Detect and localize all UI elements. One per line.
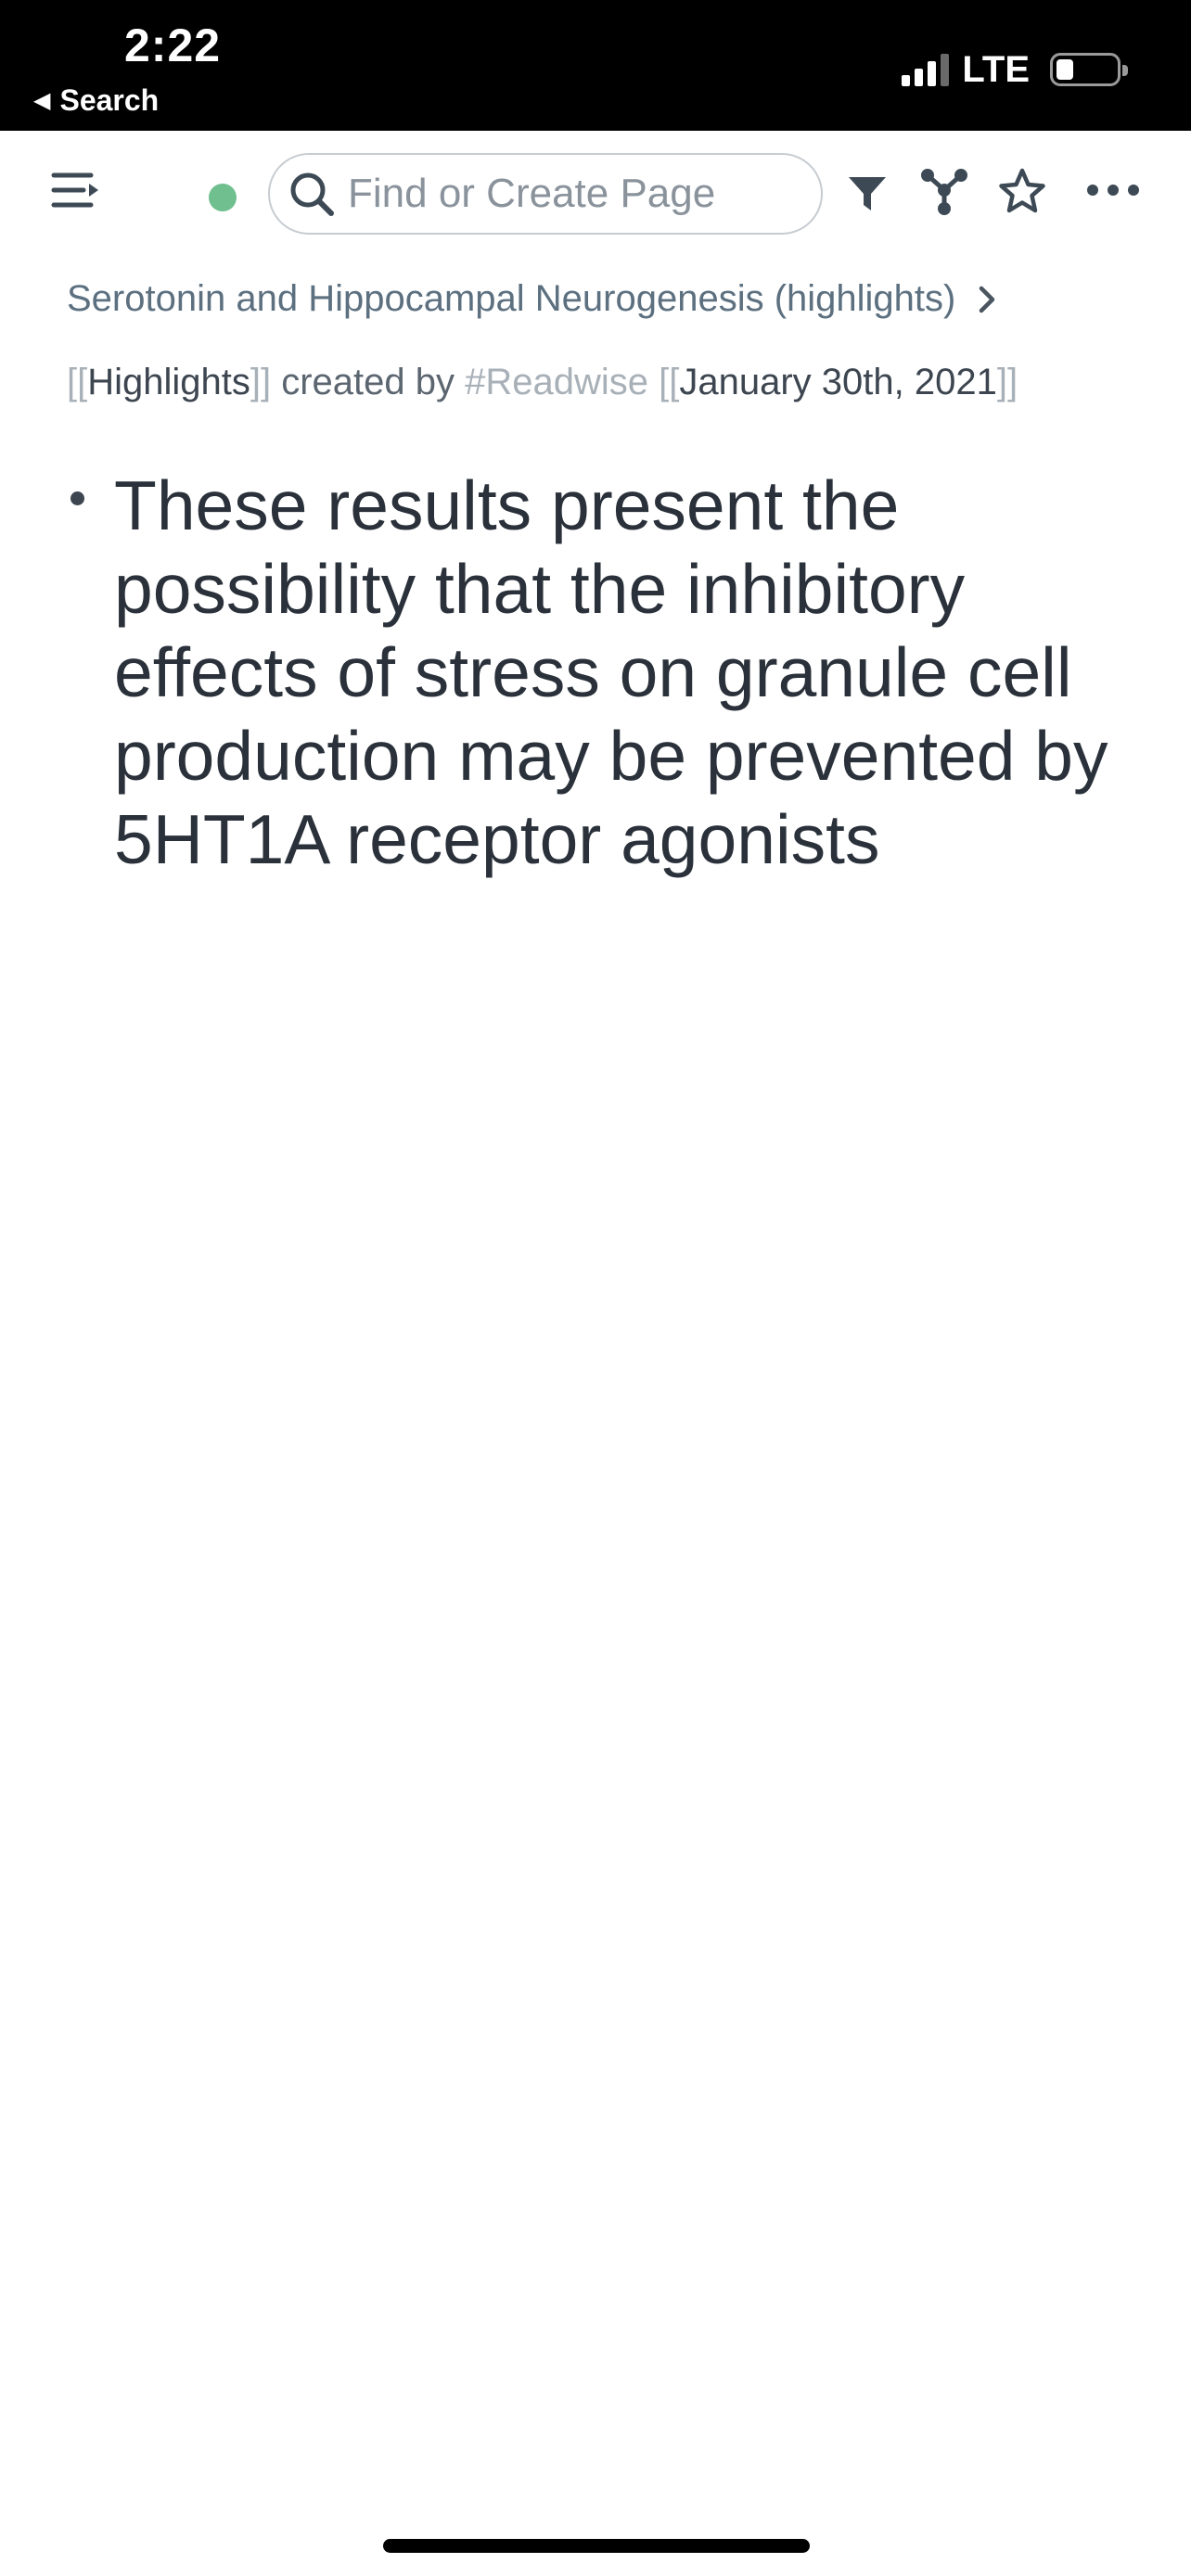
sync-status-indicator [209, 184, 237, 211]
status-time: 2:22 [124, 19, 222, 71]
back-to-search-link[interactable]: ◀ Search [33, 83, 159, 118]
bracket: ]] [250, 362, 272, 402]
graph-icon[interactable] [916, 164, 972, 220]
page-title: Serotonin and Hippocampal Neurogenesis (… [67, 278, 956, 319]
highlights-page-link[interactable]: Highlights [87, 362, 250, 402]
back-label: Search [59, 83, 160, 117]
top-toolbar [0, 131, 1191, 255]
star-icon[interactable] [992, 162, 1052, 222]
bracket: [[ [648, 362, 680, 402]
chevron-right-icon [980, 286, 995, 312]
bracket: ]] [996, 362, 1018, 402]
readwise-tag-link[interactable]: #Readwise [465, 362, 648, 402]
status-bar: 2:22 ◀ Search LTE [0, 0, 1191, 131]
page-breadcrumb[interactable]: Serotonin and Hippocampal Neurogenesis (… [67, 278, 1143, 320]
signal-icon [902, 53, 950, 86]
search-bar[interactable] [268, 153, 823, 235]
block-text[interactable]: These results present the possibility th… [114, 464, 1113, 881]
more-icon[interactable] [1080, 172, 1146, 209]
page-meta-line: [[Highlights]] created by #Readwise [[Ja… [67, 362, 1143, 403]
filter-icon[interactable] [841, 168, 893, 220]
home-indicator[interactable] [383, 2539, 810, 2553]
search-icon [290, 172, 334, 216]
battery-icon [1050, 53, 1128, 86]
date-page-link[interactable]: January 30th, 2021 [679, 362, 996, 402]
network-label: LTE [962, 48, 1030, 90]
back-arrow-icon: ◀ [33, 88, 51, 113]
bracket: [[ [67, 362, 88, 402]
created-by-text: created by [271, 362, 466, 402]
search-input[interactable] [348, 171, 793, 217]
menu-icon[interactable] [50, 168, 102, 214]
bullet-icon[interactable] [70, 491, 84, 505]
status-indicators: LTE [902, 46, 1128, 93]
list-item[interactable]: These results present the possibility th… [65, 464, 1113, 881]
